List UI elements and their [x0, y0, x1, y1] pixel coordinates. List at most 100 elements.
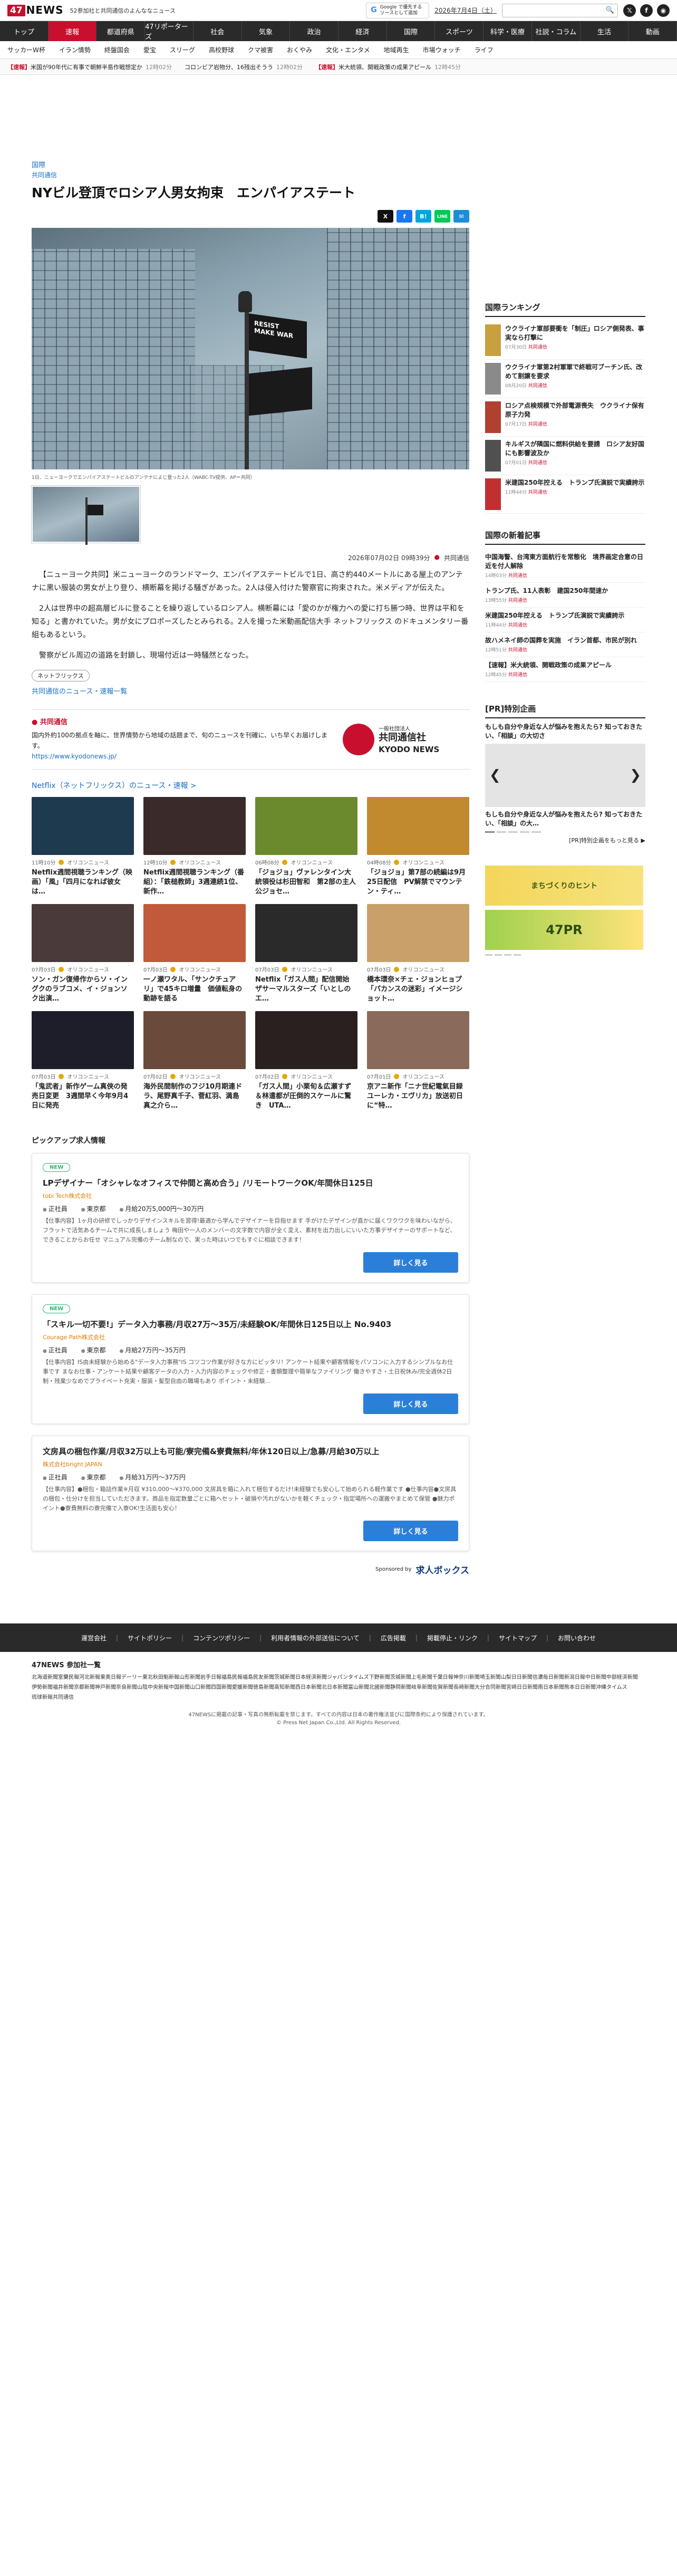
paper-link[interactable]: 中国新聞	[169, 1683, 190, 1690]
kyodo-news-list-link[interactable]: 共同通信のニュース・速報一覧	[32, 686, 469, 696]
ranking-item[interactable]: ウクライナ軍部要衝を「制圧」ロシア側発表、事実なら打撃に 07月30日 共同通信	[485, 321, 645, 360]
new-article-item[interactable]: トランプ氏、11人表彰 建国250年間速か 13時55分 共同通信	[485, 583, 645, 608]
news-card[interactable]: 07月03日 オリコンニュース Netflix「ガス人間」配信開始 ザサーマルスター…	[255, 904, 357, 1004]
paper-link[interactable]: 山梨日日新聞	[501, 1673, 533, 1680]
account-icon[interactable]: ◉	[657, 4, 670, 17]
breadcrumb-category[interactable]: 国際	[32, 159, 469, 169]
paper-link[interactable]: 北海道新聞	[32, 1673, 58, 1680]
paper-link[interactable]: 河北新報	[79, 1673, 100, 1680]
paper-link[interactable]: 京都新聞	[74, 1683, 95, 1690]
banner-47pr[interactable]: 47PR	[485, 910, 643, 950]
nav-item[interactable]: 政治	[290, 21, 339, 41]
news-card[interactable]: 12時10分 オリコンニュース Netflix週間視聴ランキング（番組）：「鉄槌教師…	[143, 797, 246, 897]
nav-item[interactable]: 47リポーターズ	[145, 21, 194, 41]
nav-item[interactable]: 社会	[194, 21, 242, 41]
footer-link[interactable]: お問い合わせ	[558, 1633, 596, 1642]
nav-item[interactable]: 国際	[387, 21, 436, 41]
paper-link[interactable]: ジャパンタイムズ	[327, 1673, 369, 1680]
subnav-item[interactable]: サッカーW杯	[7, 45, 45, 54]
paper-link[interactable]: 福島民報	[221, 1673, 243, 1680]
paper-link[interactable]: 山陰中央新報	[137, 1683, 169, 1690]
job-details-button[interactable]: 詳しく見る	[363, 1252, 458, 1273]
new-article-item[interactable]: 故ハメネイ師の国葬を実施 イラン首都、市民が別れ 12時51分 共同通信	[485, 632, 645, 657]
footer-link[interactable]: サイトマップ	[499, 1633, 537, 1642]
pr-more-link[interactable]: [PR]特別企画をもっと見る ▶	[485, 836, 645, 844]
paper-link[interactable]: 西日本新聞	[295, 1683, 322, 1690]
news-card[interactable]: 07月03日 オリコンニュース ソン・ガン復帰作からソ・イングクのラブコメ、イ・ジョ…	[32, 904, 134, 1004]
share-hatena-icon[interactable]: B!	[415, 210, 431, 223]
pr-carousel[interactable]: ❮ ❯	[485, 744, 645, 807]
paper-link[interactable]: 熊本日日新聞	[564, 1683, 596, 1690]
paper-link[interactable]: 徳島新聞	[253, 1683, 274, 1690]
paper-link[interactable]: 大分合同新聞	[475, 1683, 506, 1690]
paper-link[interactable]: 埼玉新聞	[480, 1673, 501, 1680]
netflix-news-heading-link[interactable]: Netflix（ネットフリックス）のニュース・速報 >	[32, 780, 469, 791]
nav-item[interactable]: スポーツ	[435, 21, 484, 41]
ticker-item[interactable]: 【速報】米大統領、開戦政策の成果アピール 12時45分	[315, 63, 461, 71]
paper-link[interactable]: 福島民友新聞	[243, 1673, 274, 1680]
news-card[interactable]: 07月03日 オリコンニュース 橋本環奈×チェ・ジョンヒョプ「パカンスの迷彩」イメー…	[367, 904, 469, 1004]
paper-link[interactable]: デーリー東北	[121, 1673, 153, 1680]
paper-link[interactable]: 日本経済新聞	[295, 1673, 327, 1680]
search-input[interactable]: 🔍	[502, 3, 618, 17]
search-icon[interactable]: 🔍	[606, 6, 614, 14]
ranking-item[interactable]: 米建国250年控える トランプ氏演説で実績誇示 11時44分 共同通信	[485, 475, 645, 514]
paper-link[interactable]: 四国新聞	[211, 1683, 232, 1690]
subnav-item[interactable]: 高校野球	[209, 45, 234, 54]
paper-link[interactable]: 東奥日報	[100, 1673, 121, 1680]
share-facebook-icon[interactable]: f	[396, 210, 412, 223]
new-article-item[interactable]: 【速報】米大統領、開戦政策の成果アピール 12時45分 共同通信	[485, 657, 645, 682]
news-card[interactable]: 07月01日 オリコンニュース 京アニ新作「ニナ世紀電氣目録 ユーレカ・エヴリカ」放…	[367, 1011, 469, 1111]
paper-link[interactable]: 伊勢新聞	[32, 1683, 53, 1690]
footer-link[interactable]: 掲載停止・リンク	[427, 1633, 478, 1642]
share-line-icon[interactable]: LINE	[434, 210, 450, 223]
job-title[interactable]: 文房具の梱包作業/月収32万以上も可能/寮完備&寮費無料/年休120日以上/急募…	[43, 1446, 458, 1457]
breadcrumb-source[interactable]: 共同通信	[32, 170, 469, 179]
footer-link[interactable]: サイトポリシー	[128, 1633, 172, 1642]
google-preferred-source-button[interactable]: G Google で優先する ソースとして追加	[366, 2, 430, 18]
x-icon[interactable]: 𝕏	[623, 4, 636, 17]
paper-link[interactable]: 北日本新聞	[322, 1683, 348, 1690]
paper-link[interactable]: 信濃毎日新聞	[533, 1673, 564, 1680]
kyodo-logo[interactable]: 一般社団法人 共同通信社 KYODO NEWS	[343, 724, 469, 755]
job-title[interactable]: LPデザイナー「オシャレなオフィスで仲間と高め合う」/リモートワークOK/年間休…	[43, 1177, 458, 1188]
subnav-item[interactable]: 文化・エンタメ	[326, 45, 370, 54]
paper-link[interactable]: 上毛新聞	[411, 1673, 432, 1680]
paper-link[interactable]: 茨城新聞	[274, 1673, 295, 1680]
news-card[interactable]: 07月03日 オリコンニュース 「鬼武者」新作ゲーム真俠の発売日変更 3週間早く今年…	[32, 1011, 134, 1111]
paper-link[interactable]: 山口新聞	[190, 1683, 211, 1690]
paper-link[interactable]: 山形新聞	[179, 1673, 200, 1680]
ranking-item[interactable]: キルギスが隣国に燃料供給を要請 ロシア友好国にも影響波及か 07月01日 共同通信	[485, 437, 645, 475]
nav-item[interactable]: 生活	[581, 21, 629, 41]
job-details-button[interactable]: 詳しく見る	[363, 1521, 458, 1541]
paper-link[interactable]: 富山新聞	[348, 1683, 369, 1690]
paper-link[interactable]: 秋田魁新報	[153, 1673, 179, 1680]
nav-item[interactable]: 経済	[338, 21, 387, 41]
banner-machizukuri[interactable]: まちづくりのヒント	[485, 866, 643, 906]
pr-caption[interactable]: もしも自分や身近な人が悩みを抱えたら? 知っておきたい、「相談」の大…	[485, 810, 645, 828]
carousel-dots[interactable]	[485, 831, 645, 833]
paper-link[interactable]: 中日新聞	[585, 1673, 606, 1680]
chevron-left-icon[interactable]: ❮	[489, 767, 501, 783]
share-x-icon[interactable]: X	[378, 210, 393, 223]
ticker-item[interactable]: 【速報】米国が90年代に有事で朝鮮半島作戦想定か 12時02分	[7, 63, 172, 71]
hero-photo[interactable]: RESIST MAKE WAR	[32, 228, 469, 469]
paper-link[interactable]: 下野新聞	[369, 1673, 390, 1680]
nav-item[interactable]: 科学・医療	[483, 21, 532, 41]
subnav-item[interactable]: スリーグ	[170, 45, 195, 54]
paper-link[interactable]: 静岡新聞	[390, 1683, 411, 1690]
paper-link[interactable]: 長崎新聞	[453, 1683, 475, 1690]
paper-link[interactable]: 中部経済新聞	[606, 1673, 638, 1680]
paper-link[interactable]: 岐阜新聞	[411, 1683, 432, 1690]
banner-dots[interactable]	[485, 954, 645, 956]
paper-link[interactable]: 沖縄タイムス	[596, 1683, 627, 1690]
kyujinbox-logo[interactable]: 求人ボックス	[416, 1563, 470, 1576]
paper-link[interactable]: 神戸新聞	[95, 1683, 116, 1690]
subnav-item[interactable]: おくやみ	[287, 45, 312, 54]
footer-link[interactable]: 広告掲載	[381, 1633, 406, 1642]
nav-item[interactable]: 社説・コラム	[532, 21, 581, 41]
paper-link[interactable]: 琉球新報	[32, 1693, 53, 1700]
paper-link[interactable]: 岩手日報	[200, 1673, 221, 1680]
news-card[interactable]: 11時10分 オリコンニュース Netflix週間視聴ランキング（映画）「風」「四月…	[32, 797, 134, 897]
job-title[interactable]: 「スキル一切不要!」データ入力事務/月収27万〜35万/未経験OK/年間休日12…	[43, 1319, 458, 1330]
